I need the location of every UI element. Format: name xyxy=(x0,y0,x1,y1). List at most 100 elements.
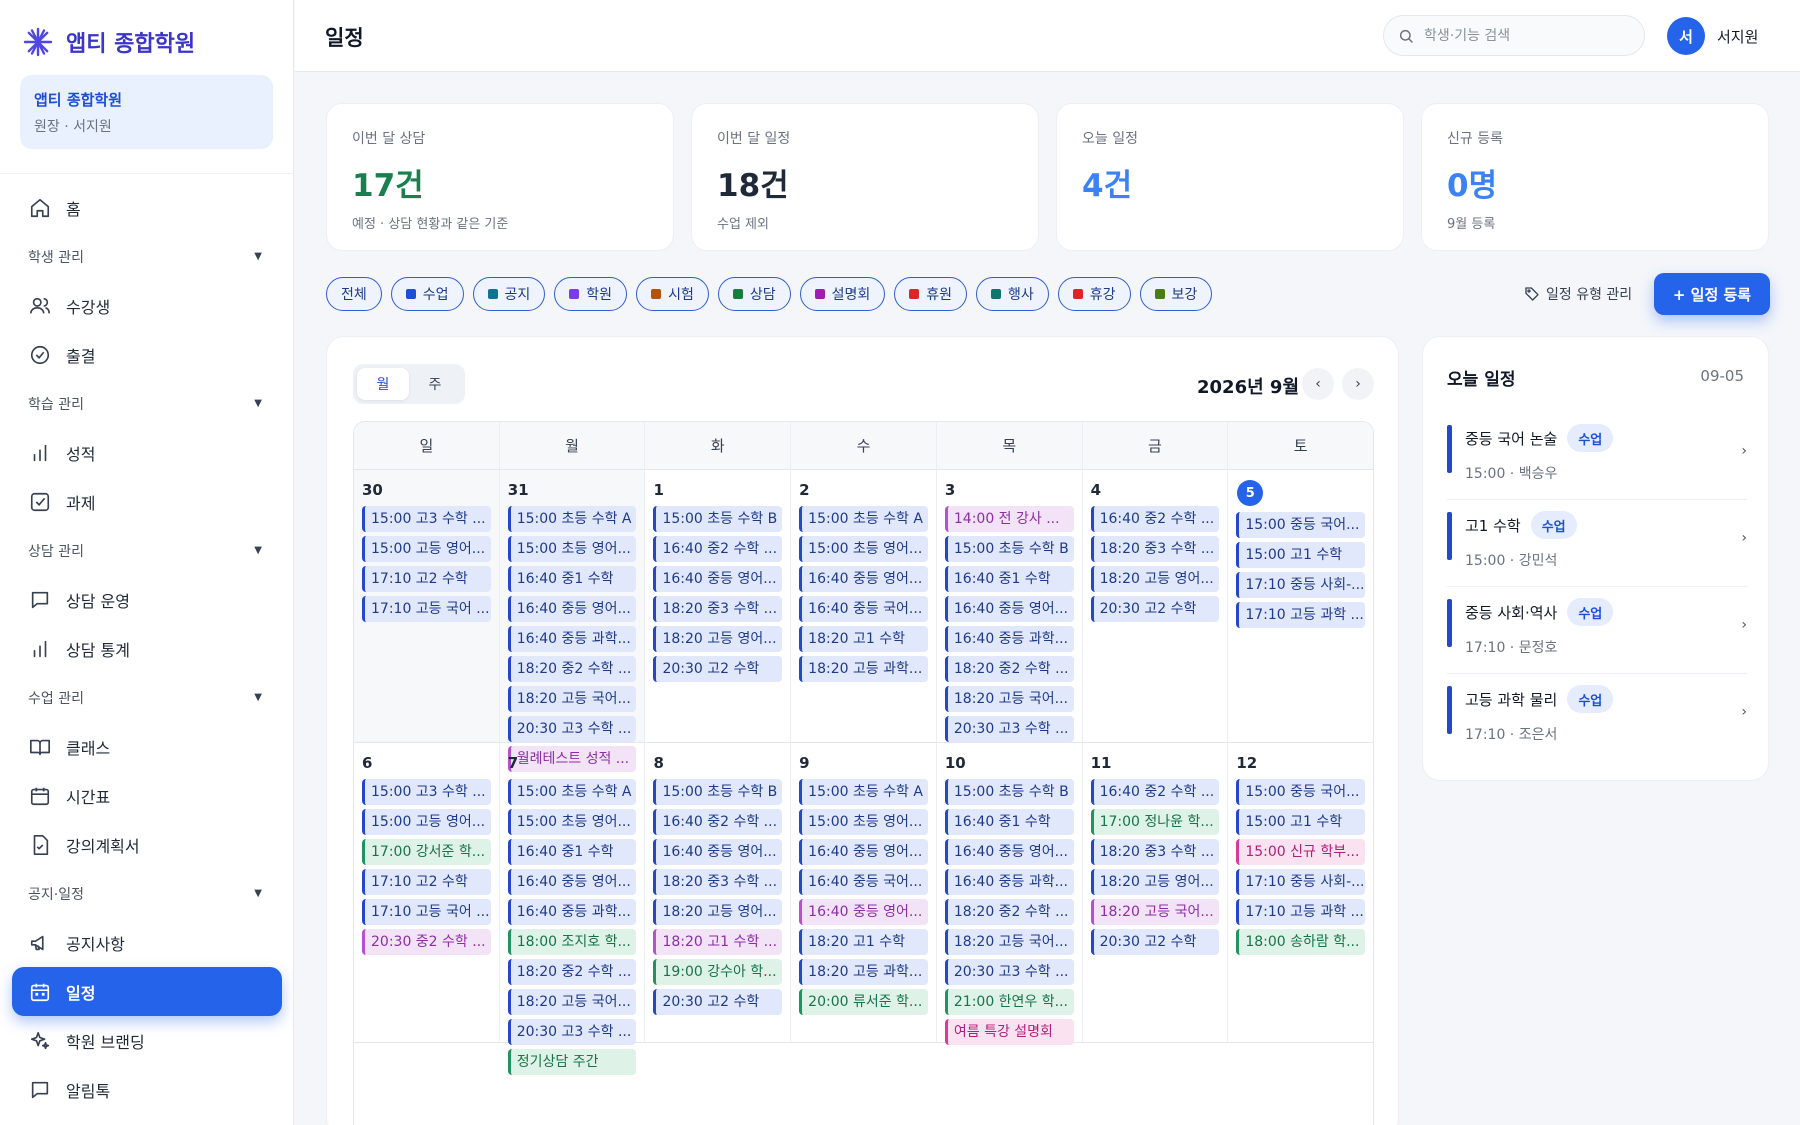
sidebar-item-homework[interactable]: 과제 xyxy=(12,477,282,526)
sidebar-item-home[interactable]: 홈 xyxy=(12,183,282,232)
event-chip[interactable]: 16:40 중등 영어... xyxy=(799,839,928,865)
event-chip[interactable]: 15:00 초등 수학 B xyxy=(653,506,783,532)
event-chip[interactable]: 여름 특강 설명회 xyxy=(944,1019,1074,1045)
event-chip[interactable]: 20:30 고2 수학 xyxy=(653,989,783,1015)
add-schedule-button[interactable]: + 일정 등록 xyxy=(1654,273,1770,315)
event-chip[interactable]: 18:00 조지호 학... xyxy=(507,929,637,955)
day-cell[interactable]: 3 14:00 전 강사 ... 15:00 초등 수학 B 16:40 중1 수학 1… xyxy=(937,470,1083,742)
event-chip[interactable]: 16:40 중1 수학 xyxy=(944,809,1074,835)
today-item[interactable]: 고등 과학 물리 수업 17:10 · 조은서 › xyxy=(1447,674,1747,761)
sidebar-item-syllabus[interactable]: 강의계획서 xyxy=(12,820,282,869)
event-chip[interactable]: 15:00 초등 수학 B xyxy=(944,779,1074,805)
event-chip[interactable]: 15:00 초등 영어... xyxy=(507,809,637,835)
nav-section-notice[interactable]: 공지·일정 ▼ xyxy=(12,869,282,918)
event-chip[interactable]: 17:10 고2 수학 xyxy=(362,566,491,592)
view-month-button[interactable]: 월 xyxy=(357,368,409,400)
event-chip[interactable]: 18:20 중3 수학 ... xyxy=(653,869,783,895)
event-chip[interactable]: 18:20 중3 수학 ... xyxy=(1090,536,1220,562)
event-chip[interactable]: 17:10 중등 사회-... xyxy=(1236,572,1366,598)
event-chip[interactable]: 15:00 중등 국어... xyxy=(1236,779,1366,805)
event-chip[interactable]: 16:40 중1 수학 xyxy=(507,566,637,592)
user-menu[interactable]: 서 서지원 xyxy=(1667,17,1758,55)
event-chip[interactable]: 16:40 중등 영어... xyxy=(507,869,637,895)
event-chip[interactable]: 15:00 초등 영어... xyxy=(799,536,928,562)
day-cell[interactable]: 2 15:00 초등 수학 A 15:00 초등 영어... 16:40 중등 영어.… xyxy=(791,470,937,742)
event-chip[interactable]: 16:40 중등 과학... xyxy=(944,626,1074,652)
event-chip[interactable]: 16:40 중2 수학 ... xyxy=(653,809,783,835)
sidebar-item-timetable[interactable]: 시간표 xyxy=(12,771,282,820)
brand[interactable]: 앱티 종합학원 xyxy=(22,24,195,60)
event-chip[interactable]: 15:00 고3 수학 ... xyxy=(362,779,491,805)
day-cell[interactable]: 9 15:00 초등 수학 A 15:00 초등 영어... 16:40 중등 영어.… xyxy=(791,743,937,1042)
event-chip[interactable]: 16:40 중등 영어... xyxy=(507,596,637,622)
event-chip[interactable]: 20:00 류서준 학... xyxy=(799,989,928,1015)
view-week-button[interactable]: 주 xyxy=(409,368,461,400)
event-chip[interactable]: 20:30 중2 수학 ... xyxy=(362,929,491,955)
nav-section-class[interactable]: 수업 관리 ▼ xyxy=(12,673,282,722)
event-chip[interactable]: 15:00 고1 수학 xyxy=(1236,809,1366,835)
event-chip[interactable]: 16:40 중1 수학 xyxy=(944,566,1074,592)
event-chip[interactable]: 18:20 중2 수학 ... xyxy=(944,899,1074,925)
event-chip[interactable]: 16:40 중등 영어... xyxy=(799,899,928,925)
event-chip[interactable]: 16:40 중등 국어... xyxy=(799,596,928,622)
event-chip[interactable]: 18:20 중3 수학 ... xyxy=(653,596,783,622)
event-chip[interactable]: 16:40 중2 수학 ... xyxy=(1090,506,1220,532)
event-chip[interactable]: 18:20 고등 국어... xyxy=(1090,899,1220,925)
filter-chip[interactable]: 전체 xyxy=(326,277,382,311)
day-cell[interactable]: 7 15:00 초등 수학 A 15:00 초등 영어... 16:40 중1 수학 1… xyxy=(500,743,646,1075)
event-chip[interactable]: 20:30 고3 수학 ... xyxy=(507,1019,637,1045)
day-cell[interactable]: 10 15:00 초등 수학 B 16:40 중1 수학 16:40 중등 영어...… xyxy=(937,743,1083,1045)
sidebar-item-attendance[interactable]: 출결 xyxy=(12,330,282,379)
event-chip[interactable]: 18:20 고등 국어... xyxy=(507,686,637,712)
event-chip[interactable]: 15:00 초등 영어... xyxy=(507,536,637,562)
event-chip[interactable]: 15:00 신규 학부... xyxy=(1236,839,1366,865)
event-chip[interactable]: 정기상담 주간 xyxy=(507,1049,637,1075)
event-chip[interactable]: 20:30 고3 수학 ... xyxy=(944,716,1074,742)
event-chip[interactable]: 16:40 중등 과학... xyxy=(507,899,637,925)
nav-section-consult[interactable]: 상담 관리 ▼ xyxy=(12,526,282,575)
event-chip[interactable]: 17:10 중등 사회-... xyxy=(1236,869,1366,895)
event-chip[interactable]: 15:00 초등 수학 A xyxy=(799,506,928,532)
event-chip[interactable]: 15:00 초등 수학 B xyxy=(944,536,1074,562)
day-cell[interactable]: 11 16:40 중2 수학 ... 17:00 정나윤 학... 18:20 중3 … xyxy=(1083,743,1229,1042)
today-item[interactable]: 중등 국어 논술 수업 15:00 · 백승우 › xyxy=(1447,413,1747,500)
event-chip[interactable]: 18:20 고등 과학... xyxy=(799,656,928,682)
filter-chip[interactable]: 휴강 xyxy=(1057,277,1131,311)
event-chip[interactable]: 15:00 초등 수학 A xyxy=(507,506,637,532)
sidebar-item-students[interactable]: 수강생 xyxy=(12,281,282,330)
event-chip[interactable]: 16:40 중등 국어... xyxy=(799,869,928,895)
sidebar-item-notices[interactable]: 공지사항 xyxy=(12,918,282,967)
event-chip[interactable]: 15:00 고3 수학 ... xyxy=(362,506,491,532)
day-cell[interactable]: 12 15:00 중등 국어... 15:00 고1 수학 15:00 신규 학부..… xyxy=(1228,743,1373,1042)
event-chip[interactable]: 15:00 중등 국어... xyxy=(1236,512,1366,538)
event-chip[interactable]: 17:10 고등 과학 ... xyxy=(1236,899,1366,925)
event-chip[interactable]: 15:00 초등 수학 A xyxy=(507,779,637,805)
event-chip[interactable]: 16:40 중등 과학... xyxy=(507,626,637,652)
event-chip[interactable]: 18:20 고등 국어... xyxy=(507,989,637,1015)
event-chip[interactable]: 16:40 중등 영어... xyxy=(799,566,928,592)
event-chip[interactable]: 17:00 정나윤 학... xyxy=(1090,809,1220,835)
event-chip[interactable]: 18:00 송하람 학... xyxy=(1236,929,1366,955)
event-chip[interactable]: 16:40 중1 수학 xyxy=(507,839,637,865)
prev-month-button[interactable]: ‹ xyxy=(1302,368,1334,400)
event-chip[interactable]: 18:20 고1 수학 xyxy=(799,929,928,955)
filter-chip[interactable]: 시험 xyxy=(636,277,709,311)
sidebar-item-consult-stats[interactable]: 상담 통계 xyxy=(12,624,282,673)
event-chip[interactable]: 17:10 고등 국어 ... xyxy=(362,899,491,925)
filter-chip[interactable]: 휴원 xyxy=(894,277,967,311)
event-chip[interactable]: 16:40 중등 영어... xyxy=(653,566,783,592)
event-chip[interactable]: 16:40 중등 과학... xyxy=(944,869,1074,895)
event-chip[interactable]: 17:00 강서준 학... xyxy=(362,839,491,865)
event-chip[interactable]: 18:20 고등 국어... xyxy=(944,686,1074,712)
event-chip[interactable]: 15:00 고등 영어... xyxy=(362,536,491,562)
event-chip[interactable]: 21:00 한연우 학... xyxy=(944,989,1074,1015)
sidebar-item-classes[interactable]: 클래스 xyxy=(12,722,282,771)
sidebar-item-consult-ops[interactable]: 상담 운영 xyxy=(12,575,282,624)
sidebar-item-alimtalk[interactable]: 알림톡 xyxy=(12,1065,282,1114)
event-chip[interactable]: 19:00 강수아 학... xyxy=(653,959,783,985)
event-chip[interactable]: 18:20 고등 국어... xyxy=(944,929,1074,955)
event-chip[interactable]: 20:30 고3 수학 ... xyxy=(507,716,637,742)
event-chip[interactable]: 15:00 초등 수학 A xyxy=(799,779,928,805)
day-cell[interactable]: 1 15:00 초등 수학 B 16:40 중2 수학 ... 16:40 중등 영어… xyxy=(645,470,792,742)
event-chip[interactable]: 17:10 고2 수학 xyxy=(362,869,491,895)
